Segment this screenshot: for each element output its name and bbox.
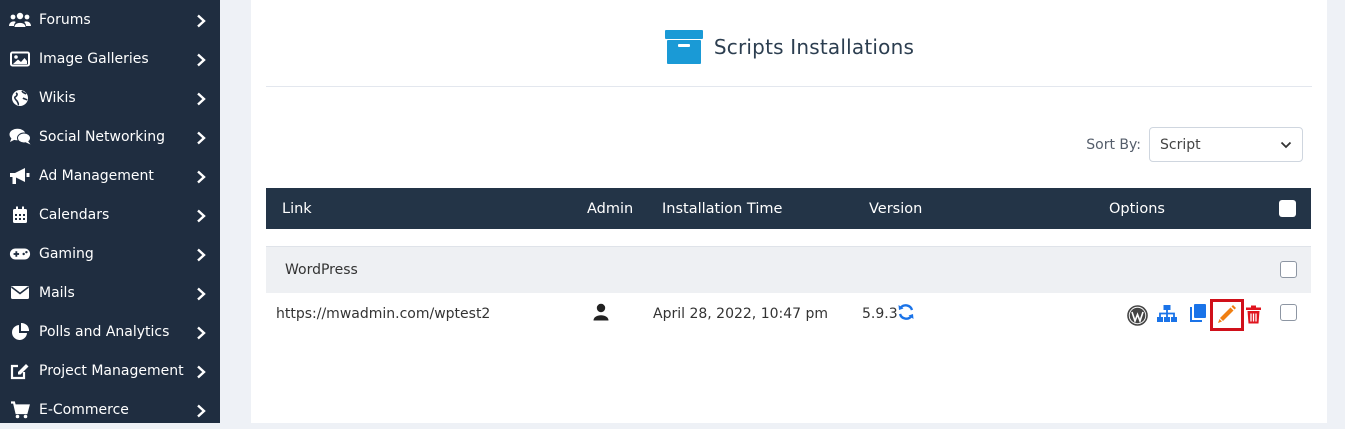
- sort-label: Sort By:: [1086, 136, 1141, 153]
- sidebar-item-label: E-Commerce: [39, 401, 129, 418]
- page-header: Scripts Installations: [251, 28, 1327, 66]
- sidebar-item-label: Image Galleries: [39, 50, 149, 67]
- sidebar-item-label: Social Networking: [39, 128, 166, 145]
- sidebar-item-ad-management[interactable]: Ad Management: [0, 156, 220, 195]
- chevron-right-icon: [196, 403, 206, 417]
- column-header-link: Link: [282, 200, 312, 217]
- version-value: 5.9.3: [862, 306, 898, 322]
- table-header: Link Admin Installation Time Version Opt…: [266, 188, 1311, 229]
- sort-control: Sort By: Script: [1086, 127, 1303, 162]
- sidebar: Forums Image Galleries Wikis Social Netw…: [0, 0, 220, 423]
- chevron-right-icon: [196, 364, 206, 378]
- sidebar-item-calendars[interactable]: Calendars: [0, 195, 220, 234]
- sidebar-item-label: Calendars: [39, 206, 110, 223]
- chevron-right-icon: [196, 286, 206, 300]
- wordpress-icon[interactable]: [1126, 304, 1148, 326]
- user-icon: [590, 301, 612, 323]
- divider: [266, 86, 1312, 87]
- group-label: WordPress: [285, 262, 358, 278]
- select-all-checkbox[interactable]: [1279, 200, 1296, 217]
- sidebar-item-label: Gaming: [39, 245, 94, 262]
- users-icon: [9, 11, 31, 29]
- row-checkbox[interactable]: [1280, 304, 1297, 321]
- copy-icon[interactable]: [1187, 302, 1209, 324]
- sidebar-item-label: Wikis: [39, 89, 76, 106]
- sidebar-item-project-management[interactable]: Project Management: [0, 351, 220, 390]
- sidebar-item-polls-and-analytics[interactable]: Polls and Analytics: [0, 312, 220, 351]
- chevron-right-icon: [196, 130, 206, 144]
- group-checkbox-wrap: [1280, 261, 1297, 278]
- page-title: Scripts Installations: [713, 35, 915, 59]
- chevron-right-icon: [196, 247, 206, 261]
- column-header-options: Options: [1109, 200, 1165, 217]
- refresh-icon[interactable]: [895, 301, 917, 323]
- globe-icon: [9, 89, 31, 107]
- column-header-installation-time: Installation Time: [662, 200, 783, 217]
- sort-select[interactable]: Script: [1149, 127, 1303, 162]
- installations-table: Link Admin Installation Time Version Opt…: [266, 188, 1311, 391]
- edit-icon: [9, 362, 31, 380]
- select-all-checkbox-wrap: [1279, 188, 1296, 229]
- sort-select-value: Script: [1160, 136, 1201, 153]
- table-row: https://mwadmin.com/wptest2 April 28, 20…: [266, 293, 1311, 391]
- chevron-right-icon: [196, 169, 206, 183]
- chevron-down-icon: [1280, 137, 1292, 153]
- cart-icon: [9, 400, 31, 419]
- group-checkbox[interactable]: [1280, 261, 1297, 278]
- sidebar-item-label: Project Management: [39, 362, 184, 379]
- envelope-icon: [9, 284, 31, 302]
- sidebar-item-mails[interactable]: Mails: [0, 273, 220, 312]
- row-checkbox-wrap: [1280, 304, 1297, 321]
- column-header-version: Version: [869, 200, 923, 217]
- pencil-icon[interactable]: [1216, 303, 1238, 325]
- group-row-wordpress: WordPress: [266, 246, 1311, 294]
- sidebar-item-wikis[interactable]: Wikis: [0, 78, 220, 117]
- main-panel: Scripts Installations Sort By: Script Li…: [251, 0, 1327, 423]
- bullhorn-icon: [9, 167, 31, 185]
- installation-time: April 28, 2022, 10:47 pm: [653, 306, 829, 322]
- chevron-right-icon: [196, 208, 206, 222]
- sidebar-item-label: Forums: [39, 11, 91, 28]
- sidebar-item-label: Mails: [39, 284, 75, 301]
- install-link[interactable]: https://mwadmin.com/wptest2: [276, 303, 490, 325]
- chevron-right-icon: [196, 52, 206, 66]
- archive-box-icon: [664, 29, 704, 65]
- sidebar-item-social-networking[interactable]: Social Networking: [0, 117, 220, 156]
- sidebar-item-forums[interactable]: Forums: [0, 0, 220, 39]
- pie-chart-icon: [9, 322, 31, 341]
- sitemap-icon[interactable]: [1156, 303, 1178, 325]
- chevron-right-icon: [196, 325, 206, 339]
- sidebar-item-gaming[interactable]: Gaming: [0, 234, 220, 273]
- chevron-right-icon: [196, 13, 206, 27]
- comments-icon: [9, 128, 31, 146]
- sidebar-item-label: Ad Management: [39, 167, 154, 184]
- sidebar-item-e-commerce[interactable]: E-Commerce: [0, 390, 220, 429]
- sidebar-item-image-galleries[interactable]: Image Galleries: [0, 39, 220, 78]
- trash-icon[interactable]: [1242, 303, 1264, 325]
- gamepad-icon: [9, 245, 31, 263]
- chevron-right-icon: [196, 91, 206, 105]
- calendar-icon: [9, 206, 31, 224]
- column-header-admin: Admin: [587, 200, 634, 217]
- sidebar-item-label: Polls and Analytics: [39, 323, 170, 340]
- image-icon: [9, 50, 31, 68]
